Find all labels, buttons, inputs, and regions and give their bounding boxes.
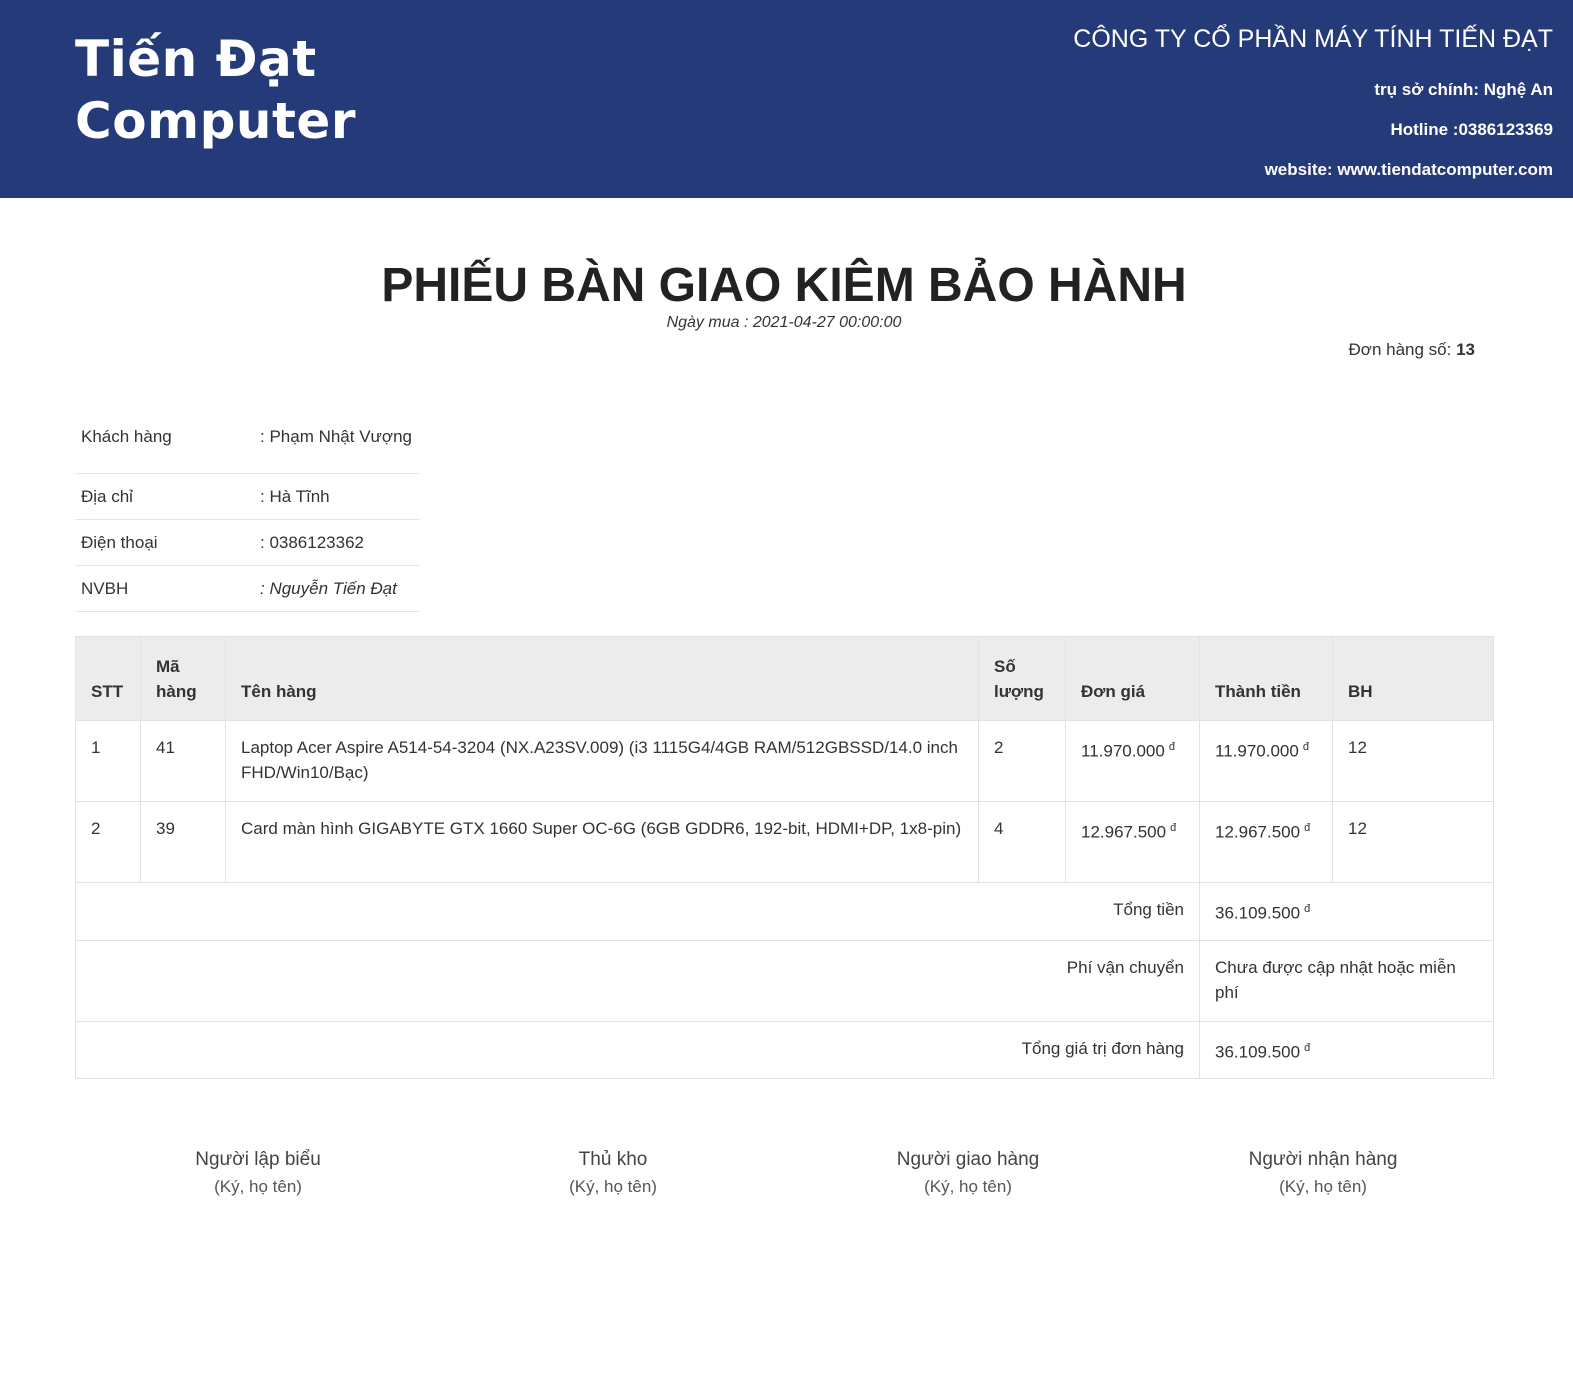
price-value: 12.967.500 (1081, 822, 1167, 842)
shipping-value: Chưa được cập nhật hoặc miễn phí (1199, 939, 1494, 1022)
col-header-warranty: BH (1332, 636, 1494, 721)
cell-price: 12.967.500 đ (1065, 801, 1200, 883)
col-header-price: Đơn giá (1065, 636, 1200, 721)
customer-row-name: Khách hàng : Phạm Nhật Vượng (75, 400, 420, 474)
customer-label: Điện thoại (75, 519, 254, 566)
customer-value: : 0386123362 (254, 519, 420, 566)
customer-row-salesperson: NVBH : Nguyễn Tiến Đạt (75, 565, 420, 612)
signature-block: Người lập biểu (Ký, họ tên) (128, 1146, 388, 1200)
total-value: 12.967.500 (1215, 822, 1301, 842)
customer-row-phone: Điện thoại : 0386123362 (75, 519, 420, 566)
customer-label: NVBH (75, 565, 254, 612)
subtotal-row: Tổng tiền 36.109.500 đ (75, 882, 1494, 941)
cell-warranty: 12 (1332, 720, 1494, 802)
price-value: 11.970.000 (1081, 741, 1165, 761)
customer-value: : Phạm Nhật Vượng (254, 400, 420, 474)
col-header-code: Mã hàng (140, 636, 226, 721)
signature-block: Người giao hàng (Ký, họ tên) (838, 1146, 1098, 1200)
order-number-value: 13 (1456, 340, 1475, 359)
col-header-total: Thành tiền (1199, 636, 1333, 721)
logo-line-1: Tiến Đạt (75, 30, 317, 88)
signature-role: Người nhận hàng (1248, 1149, 1398, 1170)
cell-total: 11.970.000 đ (1199, 720, 1333, 802)
currency-symbol: đ (1170, 822, 1177, 834)
company-info: CÔNG TY CỔ PHẦN MÁY TÍNH TIẾN ĐẠT trụ sở… (1073, 22, 1553, 181)
signature-note: (Ký, họ tên) (924, 1177, 1012, 1196)
cell-name: Laptop Acer Aspire A514-54-3204 (NX.A23S… (225, 720, 979, 802)
logo-line-2: Computer (75, 92, 357, 150)
order-number-label: Đơn hàng số: (1348, 340, 1457, 359)
order-number: Đơn hàng số: 13 (1349, 340, 1475, 360)
customer-row-address: Địa chỉ : Hà Tĩnh (75, 473, 420, 520)
cell-code: 39 (140, 801, 226, 883)
shipping-label: Phí vận chuyển (75, 939, 1200, 1022)
cell-stt: 2 (75, 801, 141, 883)
subtotal-label: Tổng tiền (75, 882, 1200, 941)
customer-label: Địa chỉ (75, 473, 254, 520)
order-items-table: STT Mã hàng Tên hàng Số lượng Đơn giá Th… (75, 636, 1494, 1080)
company-hotline: Hotline :0386123369 (1390, 120, 1553, 139)
currency-symbol: đ (1168, 741, 1175, 753)
currency-symbol: đ (1304, 1041, 1311, 1054)
purchase-date: Ngày mua : 2021-04-27 00:00:00 (666, 314, 902, 331)
col-header-name: Tên hàng (225, 636, 979, 721)
company-logo: Tiến Đạt Computer (75, 28, 356, 152)
signature-note: (Ký, họ tên) (1279, 1177, 1367, 1196)
signature-block: Người nhận hàng (Ký, họ tên) (1193, 1146, 1453, 1200)
cell-price: 11.970.000 đ (1065, 720, 1200, 802)
table-row: 2 39 Card màn hình GIGABYTE GTX 1660 Sup… (75, 801, 1494, 883)
col-header-qty: Số lượng (978, 636, 1066, 721)
signature-note: (Ký, họ tên) (214, 1177, 302, 1196)
grand-total-value: 36.109.500 (1215, 1042, 1301, 1062)
customer-info-table: Khách hàng : Phạm Nhật Vượng Địa chỉ : H… (75, 400, 420, 612)
cell-code: 41 (140, 720, 226, 802)
cell-name: Card màn hình GIGABYTE GTX 1660 Super OC… (225, 801, 979, 883)
company-hq: trụ sở chính: Nghệ An (1374, 80, 1553, 99)
company-website: website: www.tiendatcomputer.com (1264, 160, 1553, 179)
signature-role: Người giao hàng (896, 1149, 1040, 1170)
grand-total-value-cell: 36.109.500 đ (1199, 1020, 1494, 1080)
cell-total: 12.967.500 đ (1199, 801, 1333, 883)
currency-symbol: đ (1304, 903, 1311, 915)
document-title: PHIẾU BÀN GIAO KIÊM BẢO HÀNH (381, 259, 1187, 312)
table-header-row: STT Mã hàng Tên hàng Số lượng Đơn giá Th… (75, 636, 1494, 721)
grand-total-row: Tổng giá trị đơn hàng 36.109.500 đ (75, 1020, 1494, 1080)
subtotal-value-cell: 36.109.500 đ (1199, 882, 1494, 941)
subtotal-value: 36.109.500 (1215, 903, 1301, 923)
table-row: 1 41 Laptop Acer Aspire A514-54-3204 (NX… (75, 720, 1494, 802)
customer-label: Khách hàng (75, 400, 254, 474)
customer-value: : Nguyễn Tiến Đạt (254, 565, 420, 612)
total-value: 11.970.000 (1215, 741, 1299, 761)
currency-symbol: đ (1302, 741, 1309, 753)
page-header: Tiến Đạt Computer CÔNG TY CỔ PHẦN MÁY TÍ… (0, 0, 1573, 198)
grand-total-label: Tổng giá trị đơn hàng (75, 1020, 1200, 1080)
cell-qty: 2 (978, 720, 1066, 802)
company-name: CÔNG TY CỔ PHẦN MÁY TÍNH TIẾN ĐẠT (1073, 25, 1553, 53)
cell-warranty: 12 (1332, 801, 1494, 883)
cell-qty: 4 (978, 801, 1066, 883)
signature-note: (Ký, họ tên) (569, 1177, 657, 1196)
cell-stt: 1 (75, 720, 141, 802)
signature-role: Thủ kho (578, 1149, 648, 1170)
shipping-row: Phí vận chuyển Chưa được cập nhật hoặc m… (75, 939, 1494, 1022)
signature-role: Người lập biểu (195, 1149, 321, 1170)
customer-value: : Hà Tĩnh (254, 473, 420, 520)
col-header-stt: STT (75, 636, 141, 721)
signature-block: Thủ kho (Ký, họ tên) (483, 1146, 743, 1200)
currency-symbol: đ (1304, 822, 1311, 834)
